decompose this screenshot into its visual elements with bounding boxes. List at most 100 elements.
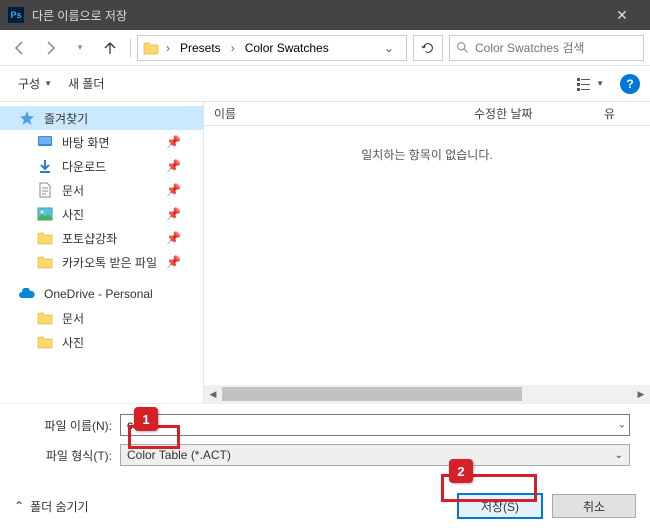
organize-button[interactable]: 구성 ▼ <box>10 71 60 96</box>
new-folder-button[interactable]: 새 폴더 <box>60 71 112 96</box>
sidebar-item-desktop[interactable]: 바탕 화면 📌 <box>0 130 203 154</box>
main-area: 즐겨찾기 바탕 화면 📌 다운로드 📌 문서 📌 사진 📌 포토샵강좌 📌 <box>0 102 650 403</box>
sidebar-item-label: 사진 <box>62 206 158 223</box>
scroll-thumb[interactable] <box>222 387 522 401</box>
arrow-up-icon <box>102 40 118 56</box>
sidebar-od-pictures[interactable]: 사진 <box>0 330 203 354</box>
chevron-down-icon: ⌄ <box>615 450 623 461</box>
new-folder-label: 새 폴더 <box>68 75 104 92</box>
annotation-marker-1: 1 <box>134 407 158 431</box>
filetype-select[interactable]: Color Table (*.ACT) ⌄ <box>120 444 630 466</box>
col-date[interactable]: 수정한 날짜 <box>464 102 594 125</box>
sidebar-onedrive[interactable]: OneDrive - Personal <box>0 282 203 306</box>
sidebar-item-label: 바탕 화면 <box>62 134 158 151</box>
refresh-icon <box>421 41 435 55</box>
breadcrumb-swatches[interactable]: Color Swatches <box>241 39 333 57</box>
search-box[interactable] <box>449 35 644 61</box>
col-name[interactable]: 이름 <box>204 102 464 125</box>
pin-icon: 📌 <box>166 255 195 269</box>
toolbar: 구성 ▼ 새 폴더 ▼ ? <box>0 66 650 102</box>
col-label: 수정한 날짜 <box>474 105 533 122</box>
annotation-marker-2: 2 <box>449 459 473 483</box>
nav-bar: ▾ › Presets › Color Swatches ⌄ <box>0 30 650 66</box>
sidebar-item-downloads[interactable]: 다운로드 📌 <box>0 154 203 178</box>
window-title: 다른 이름으로 저장 <box>32 7 602 24</box>
sidebar-item-label: 포토샵강좌 <box>62 230 158 247</box>
organize-label: 구성 <box>18 75 40 92</box>
chevron-down-icon: ▼ <box>596 79 604 88</box>
pin-icon: 📌 <box>166 231 195 245</box>
download-icon <box>36 157 54 175</box>
chevron-up-icon: ⌃ <box>14 499 24 513</box>
folder-icon <box>142 39 160 57</box>
up-button[interactable] <box>96 35 124 61</box>
sidebar-item-label: 다운로드 <box>62 158 158 175</box>
bottom-panel: 파일 이름(N): ⌄ 파일 형식(T): Color Table (*.ACT… <box>0 403 650 484</box>
pin-icon: 📌 <box>166 159 195 173</box>
filename-dropdown[interactable]: ⌄ <box>618 420 626 431</box>
arrow-left-icon <box>12 40 28 56</box>
folder-icon <box>36 253 54 271</box>
star-icon <box>18 109 36 127</box>
folder-icon <box>36 333 54 351</box>
hide-folders-label: 폴더 숨기기 <box>30 498 89 515</box>
view-options-button[interactable]: ▼ <box>568 73 612 95</box>
sidebar-item-label: 문서 <box>62 182 158 199</box>
refresh-button[interactable] <box>413 35 443 61</box>
separator <box>130 39 131 57</box>
desktop-icon <box>36 133 54 151</box>
picture-icon <box>36 205 54 223</box>
filename-label: 파일 이름(N): <box>20 417 120 434</box>
scrollbar-horizontal[interactable]: ◀ ▶ <box>204 385 650 403</box>
address-bar[interactable]: › Presets › Color Swatches ⌄ <box>137 35 407 61</box>
chevron-right-icon: › <box>229 41 237 55</box>
pin-icon: 📌 <box>166 183 195 197</box>
folder-icon <box>36 309 54 327</box>
sidebar-item-kakao[interactable]: 카카오톡 받은 파일 📌 <box>0 250 203 274</box>
back-button[interactable] <box>6 35 34 61</box>
app-icon: Ps <box>8 7 24 23</box>
filetype-label: 파일 형식(T): <box>20 447 120 464</box>
breadcrumb-presets[interactable]: Presets <box>176 39 225 57</box>
sidebar-item-label: 사진 <box>62 334 195 351</box>
chevron-down-icon: ▼ <box>44 79 52 88</box>
sidebar-item-pictures[interactable]: 사진 📌 <box>0 202 203 226</box>
close-button[interactable]: ✕ <box>602 0 642 30</box>
col-type[interactable]: 유 <box>594 102 634 125</box>
filename-input[interactable] <box>120 414 630 436</box>
filetype-value: Color Table (*.ACT) <box>127 448 231 462</box>
sidebar-item-label: OneDrive - Personal <box>44 287 195 301</box>
col-label: 이름 <box>214 105 236 122</box>
arrow-right-icon <box>42 40 58 56</box>
sidebar-item-documents[interactable]: 문서 📌 <box>0 178 203 202</box>
address-dropdown[interactable]: ⌄ <box>376 41 402 55</box>
column-headers: 이름 수정한 날짜 유 <box>204 102 650 126</box>
chevron-down-icon: ▾ <box>78 42 83 53</box>
ps-text: Ps <box>10 10 21 20</box>
scroll-right-icon[interactable]: ▶ <box>632 385 650 403</box>
recent-dropdown[interactable]: ▾ <box>66 35 94 61</box>
pin-icon: 📌 <box>166 135 195 149</box>
col-label: 유 <box>604 105 615 122</box>
footer: ⌃ 폴더 숨기기 저장(S) 취소 <box>0 484 650 528</box>
help-button[interactable]: ? <box>620 74 640 94</box>
cloud-icon <box>18 285 36 303</box>
forward-button[interactable] <box>36 35 64 61</box>
title-bar: Ps 다른 이름으로 저장 ✕ <box>0 0 650 30</box>
hide-folders-button[interactable]: ⌃ 폴더 숨기기 <box>14 498 89 515</box>
sidebar-item-label: 문서 <box>62 310 195 327</box>
content-pane: 이름 수정한 날짜 유 일치하는 항목이 없습니다. ◀ ▶ <box>204 102 650 403</box>
sidebar: 즐겨찾기 바탕 화면 📌 다운로드 📌 문서 📌 사진 📌 포토샵강좌 📌 <box>0 102 204 403</box>
sidebar-od-documents[interactable]: 문서 <box>0 306 203 330</box>
view-icon <box>576 77 592 91</box>
cancel-button[interactable]: 취소 <box>552 494 636 518</box>
sidebar-item-pslecture[interactable]: 포토샵강좌 📌 <box>0 226 203 250</box>
empty-message: 일치하는 항목이 없습니다. <box>361 146 492 163</box>
pin-icon: 📌 <box>166 207 195 221</box>
scroll-left-icon[interactable]: ◀ <box>204 385 222 403</box>
file-list[interactable]: 일치하는 항목이 없습니다. <box>204 126 650 385</box>
sidebar-quick-access[interactable]: 즐겨찾기 <box>0 106 203 130</box>
save-button[interactable]: 저장(S) <box>458 494 542 518</box>
search-input[interactable] <box>475 41 637 55</box>
search-icon <box>456 41 469 54</box>
